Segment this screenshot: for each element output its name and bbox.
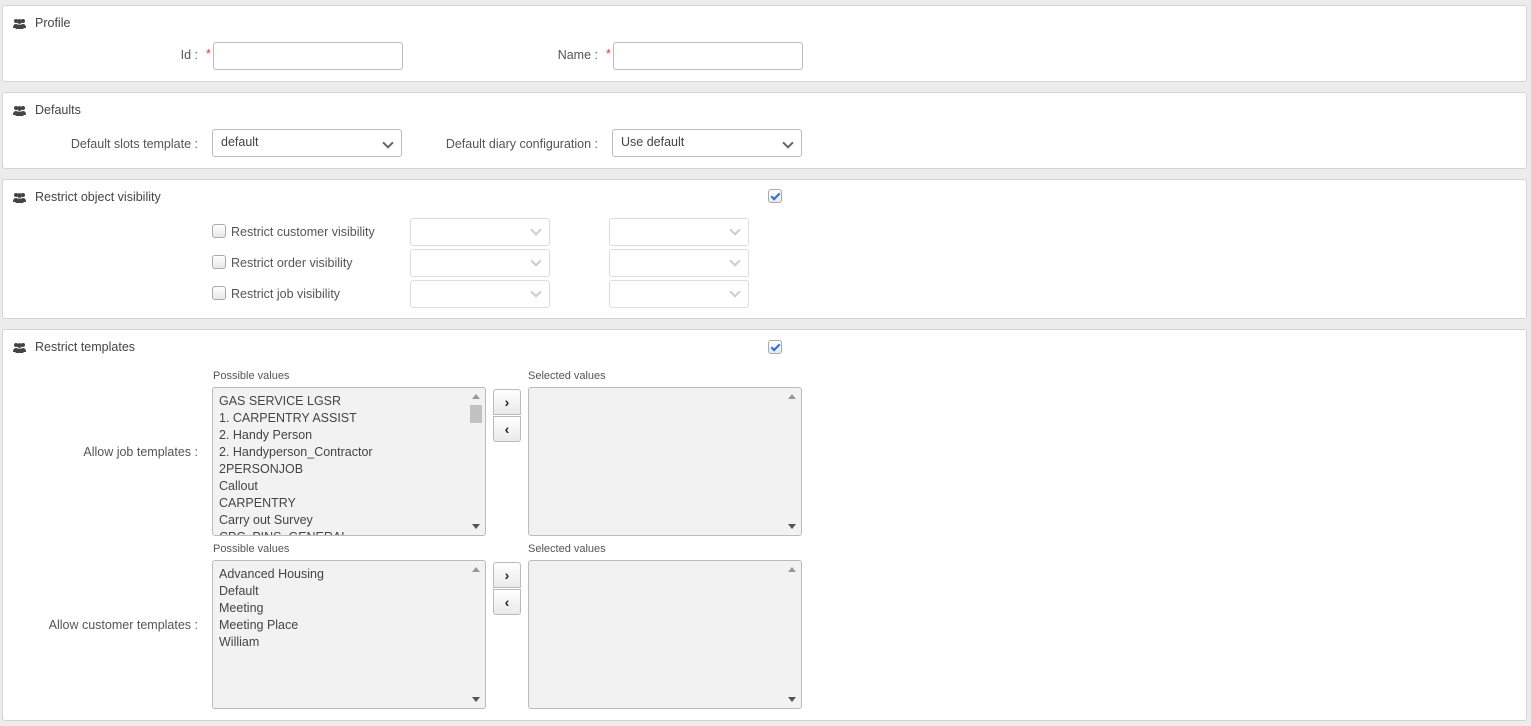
defaults-panel: Defaults Default slots template : defaul… — [2, 92, 1527, 169]
required-mark: * — [606, 47, 611, 61]
list-item[interactable]: 2. Handy Person — [219, 427, 485, 444]
list-item[interactable]: William — [219, 634, 485, 651]
list-item[interactable]: Callout — [219, 478, 485, 495]
possible-values-caption: Possible values — [213, 543, 290, 555]
list-item[interactable]: 2. Handyperson_Contractor — [219, 444, 485, 461]
chevron-down-icon — [530, 255, 542, 267]
scroll-up-icon[interactable] — [472, 394, 480, 399]
visibility-panel: Restrict object visibility Restrict cust… — [2, 179, 1527, 319]
customer-selected-list[interactable] — [528, 560, 802, 709]
panel-title: Restrict object visibility — [35, 190, 161, 204]
users-icon — [13, 193, 26, 203]
scroll-up-icon[interactable] — [472, 567, 480, 572]
users-icon — [13, 19, 26, 29]
users-icon — [13, 343, 26, 353]
list-item[interactable]: Default — [219, 583, 485, 600]
visibility-checkbox[interactable] — [212, 255, 226, 269]
chevron-down-icon — [729, 286, 741, 298]
scrollbar[interactable] — [785, 563, 799, 706]
panel-title: Profile — [35, 16, 71, 30]
name-label: Name : — [557, 48, 598, 62]
list-item[interactable]: Meeting Place — [219, 617, 485, 634]
list-item[interactable]: 2PERSONJOB — [219, 461, 485, 478]
name-input[interactable] — [613, 42, 803, 70]
scroll-thumb[interactable] — [470, 405, 482, 423]
visibility-label: Restrict customer visibility — [231, 225, 375, 239]
list-item[interactable]: Meeting — [219, 600, 485, 617]
remove-selected-button[interactable]: ‹ — [493, 416, 521, 442]
visibility-label: Restrict order visibility — [231, 256, 353, 270]
visibility-select[interactable] — [410, 249, 550, 277]
scrollbar[interactable] — [469, 563, 483, 706]
list-item[interactable]: 1. CARPENTRY ASSIST — [219, 410, 485, 427]
chevron-down-icon — [729, 224, 741, 236]
id-label: Id : — [180, 48, 198, 62]
selected-values-caption: Selected values — [528, 370, 606, 382]
list-item[interactable]: Advanced Housing — [219, 566, 485, 583]
possible-values-caption: Possible values — [213, 370, 290, 382]
list-item[interactable]: CPC_PINS_GENERAL — [219, 529, 485, 535]
diary-label: Default diary configuration : — [445, 137, 598, 151]
customer-templates-label: Allow customer templates : — [48, 618, 198, 632]
scroll-down-icon[interactable] — [788, 524, 796, 529]
selected-value: default — [221, 135, 259, 149]
visibility-checkbox[interactable] — [212, 224, 226, 238]
scroll-up-icon[interactable] — [788, 567, 796, 572]
job-possible-list[interactable]: GAS SERVICE LGSR 1. CARPENTRY ASSIST 2. Ha… — [212, 387, 486, 536]
scroll-up-icon[interactable] — [788, 394, 796, 399]
selected-values-caption: Selected values — [528, 543, 606, 555]
scroll-down-icon[interactable] — [788, 697, 796, 702]
slots-label: Default slots template : — [70, 137, 198, 151]
chevron-down-icon — [530, 224, 542, 236]
restrict-templates-checkbox[interactable] — [768, 340, 782, 354]
add-selected-button[interactable]: › — [493, 389, 521, 415]
visibility-checkbox[interactable] — [212, 286, 226, 300]
job-selected-list[interactable] — [528, 387, 802, 536]
visibility-select[interactable] — [410, 218, 550, 246]
users-icon — [13, 106, 26, 116]
visibility-select[interactable] — [609, 280, 749, 308]
add-selected-button[interactable]: › — [493, 562, 521, 588]
scroll-down-icon[interactable] — [472, 697, 480, 702]
restrict-visibility-checkbox[interactable] — [768, 189, 782, 203]
panel-title: Defaults — [35, 103, 81, 117]
chevron-down-icon — [782, 137, 794, 149]
job-templates-label: Allow job templates : — [83, 445, 198, 459]
visibility-select[interactable] — [609, 249, 749, 277]
visibility-select[interactable] — [410, 280, 550, 308]
scrollbar[interactable] — [785, 390, 799, 533]
chevron-down-icon — [530, 286, 542, 298]
scrollbar[interactable] — [469, 390, 483, 533]
remove-selected-button[interactable]: ‹ — [493, 589, 521, 615]
scroll-down-icon[interactable] — [472, 524, 480, 529]
customer-possible-list[interactable]: Advanced Housing Default Meeting Meeting Pl… — [212, 560, 486, 709]
templates-panel: Restrict templates Allow job templates :… — [2, 329, 1527, 721]
list-item[interactable]: GAS SERVICE LGSR — [219, 393, 485, 410]
visibility-label: Restrict job visibility — [231, 287, 341, 301]
chevron-down-icon — [729, 255, 741, 267]
profile-panel: Profile Id : * Name : * — [2, 5, 1527, 82]
required-mark: * — [206, 47, 211, 61]
list-item[interactable]: Carry out Survey — [219, 512, 485, 529]
visibility-select[interactable] — [609, 218, 749, 246]
diary-configuration-select[interactable]: Use default — [612, 129, 802, 157]
list-item[interactable]: CARPENTRY — [219, 495, 485, 512]
panel-title: Restrict templates — [35, 340, 136, 354]
selected-value: Use default — [621, 135, 685, 149]
